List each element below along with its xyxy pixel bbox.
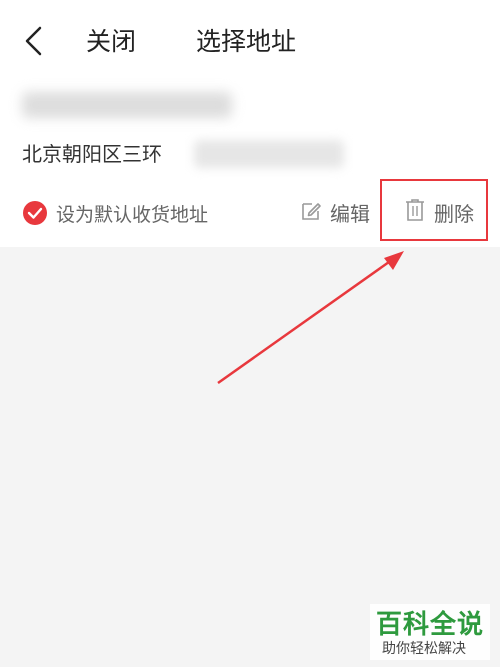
default-address-label[interactable]: 设为默认收货地址	[56, 200, 208, 227]
top-bar: 关闭 选择地址	[0, 0, 500, 80]
chevron-left-icon	[25, 26, 42, 56]
address-actions: 设为默认收货地址 编辑 删除	[0, 192, 500, 242]
edit-button[interactable]: 编辑	[330, 198, 370, 227]
close-button[interactable]: 关闭	[86, 22, 136, 58]
back-button[interactable]	[20, 24, 46, 58]
page-title: 选择地址	[196, 27, 297, 56]
blurred-recipient-name	[22, 92, 232, 118]
watermark-logo: 百科全说 助你轻松解决	[370, 604, 490, 660]
edit-icon[interactable]	[300, 200, 322, 222]
delete-button[interactable]: 删除	[434, 198, 474, 227]
blurred-address-detail	[194, 140, 344, 168]
watermark-main-text: 百科全说	[376, 610, 485, 640]
trash-icon[interactable]	[404, 198, 426, 222]
address-text: 北京朝阳区三环	[22, 142, 162, 166]
watermark-sub-text: 助你轻松解决	[382, 641, 466, 657]
address-card[interactable]: 北京朝阳区三环 设为默认收货地址 编辑 删除	[0, 80, 500, 247]
checkmark-circle-icon[interactable]	[22, 200, 48, 226]
